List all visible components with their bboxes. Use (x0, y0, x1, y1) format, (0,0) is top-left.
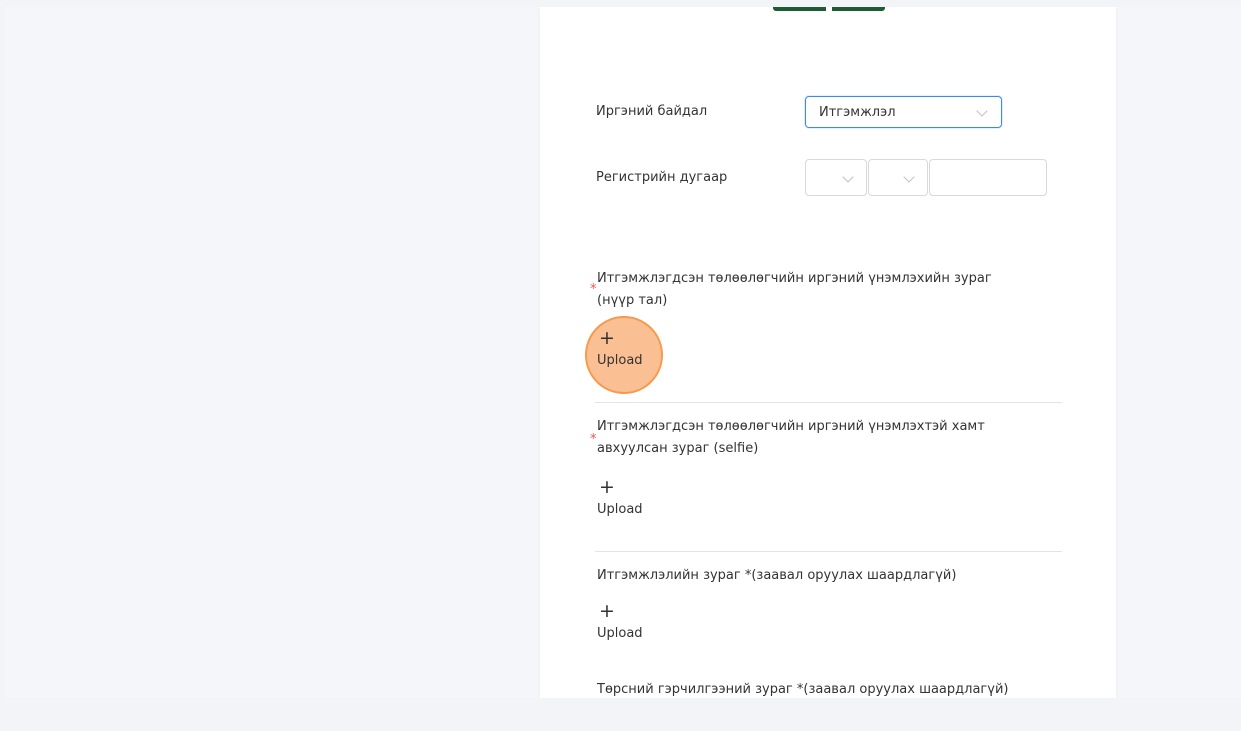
upload-button-power-of-attorney[interactable]: + Upload (597, 602, 667, 652)
section-2-title: Итгэмжлэгдсэн төлөөлөгчийн иргэний үнэмл… (597, 416, 1057, 460)
plus-icon: + (599, 600, 615, 622)
form-card: Иргэний байдал Итгэмжлэл Регистрийн дуга… (540, 7, 1116, 698)
section-2-title-line2: авхуулсан зураг (selfie) (597, 441, 759, 456)
section-1-title-line1: Итгэмжлэгдсэн төлөөлөгчийн иргэний үнэмл… (597, 271, 992, 286)
citizen-status-select[interactable]: Итгэмжлэл (805, 96, 1002, 128)
section-1-title: Итгэмжлэгдсэн төлөөлөгчийн иргэний үнэмл… (597, 268, 1057, 312)
section-3-title: Итгэмжлэлийн зураг *(заавал оруулах шаар… (597, 568, 957, 583)
chevron-down-icon (903, 171, 915, 183)
section-2-title-line1: Итгэмжлэгдсэн төлөөлөгчийн иргэний үнэмл… (597, 419, 985, 434)
page-viewport: Иргэний байдал Итгэмжлэл Регистрийн дуга… (5, 7, 1241, 698)
register-number-input[interactable] (929, 159, 1047, 196)
register-letter2-select[interactable] (868, 159, 928, 196)
plus-icon: + (599, 476, 615, 498)
register-label: Регистрийн дугаар (596, 170, 728, 185)
required-mark: * (590, 432, 597, 447)
upload-label: Upload (597, 626, 643, 641)
section-divider (595, 402, 1062, 403)
upload-label: Upload (597, 353, 643, 368)
upload-button-selfie[interactable]: + Upload (597, 478, 667, 528)
logo-notch (826, 7, 832, 11)
section-4-title: Төрсний гэрчилгээний зураг *(заавал оруу… (597, 682, 1009, 697)
chevron-down-icon (842, 171, 854, 183)
citizen-status-value: Итгэмжлэл (819, 105, 896, 120)
upload-label: Upload (597, 502, 643, 517)
chevron-down-icon (976, 105, 988, 117)
section-1-title-line2: (нүүр тал) (597, 293, 668, 308)
required-mark: * (590, 282, 597, 297)
citizen-status-label: Иргэний байдал (596, 104, 708, 119)
register-letter1-select[interactable] (805, 159, 867, 196)
section-divider (595, 551, 1062, 552)
upload-button-id-front[interactable]: + Upload (597, 329, 667, 379)
plus-icon: + (599, 327, 615, 349)
